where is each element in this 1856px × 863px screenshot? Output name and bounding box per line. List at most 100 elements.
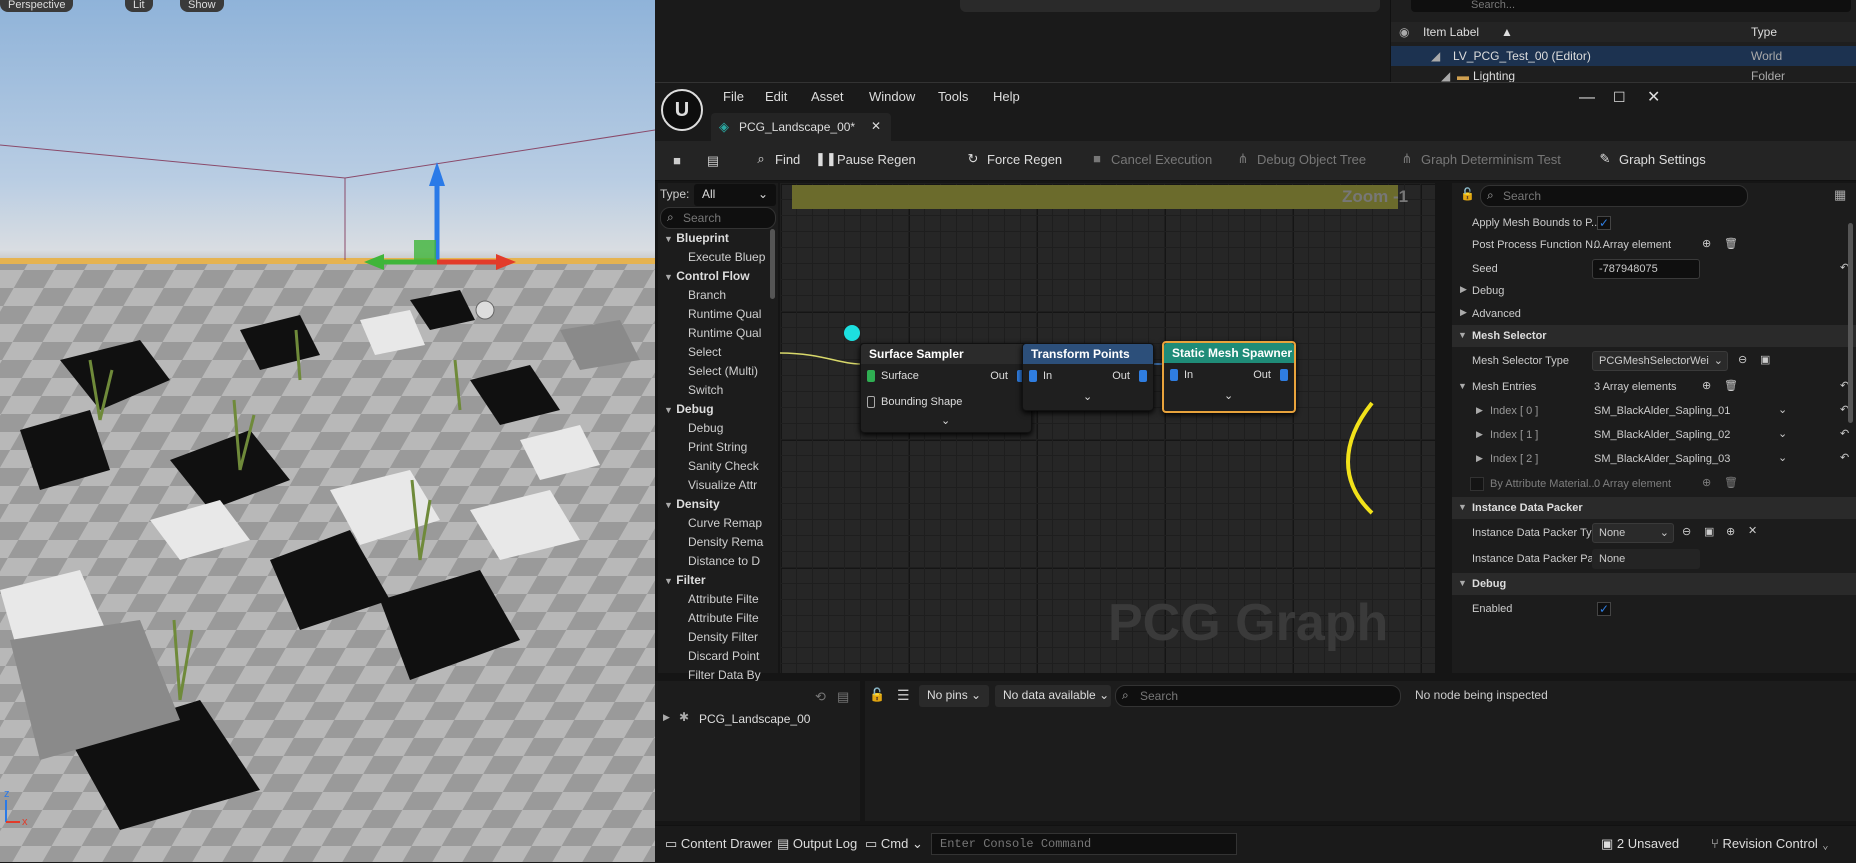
palette-category[interactable]: ▼ Control Flow <box>664 269 750 283</box>
palette-item[interactable]: Debug <box>688 421 778 435</box>
palette-item[interactable]: Density Filter <box>688 630 778 644</box>
lit-button[interactable]: Lit <box>125 0 153 12</box>
content-drawer-button[interactable]: ▭ Content Drawer <box>665 836 772 852</box>
out-pin[interactable]: Out <box>990 370 1025 383</box>
add-element-icon[interactable]: ⊕ <box>1702 237 1711 250</box>
minimize-icon[interactable]: — <box>1579 89 1595 107</box>
by-attribute-checkbox[interactable] <box>1470 477 1484 491</box>
advanced-row[interactable]: ▶ Advanced <box>1452 302 1856 326</box>
browse-icon[interactable]: ▤ <box>837 689 849 705</box>
outliner-search-input[interactable]: Search... <box>1411 0 1851 12</box>
palette-item[interactable]: Execute Bluep <box>688 250 778 264</box>
output-log-button[interactable]: ▤ Output Log <box>777 836 857 852</box>
palette-item[interactable]: Switch <box>688 383 778 397</box>
details-scrollbar[interactable] <box>1848 223 1853 423</box>
in-pin[interactable]: In <box>1170 369 1193 382</box>
data-dropdown[interactable]: No data available ⌄ <box>995 685 1111 707</box>
static-mesh-spawner-node[interactable]: Static Mesh Spawner In Out ⌄ <box>1162 341 1296 413</box>
console-command-input[interactable]: Enter Console Command <box>931 833 1237 855</box>
enabled-checkbox[interactable]: ✓ <box>1597 602 1611 616</box>
palette-item[interactable]: Runtime Qual <box>688 326 778 340</box>
cancel-execution-button[interactable]: ■ Cancel Execution <box>1089 151 1212 167</box>
palette-scrollbar[interactable] <box>770 229 775 299</box>
expand-chevron-icon[interactable]: ⌄ <box>941 414 950 427</box>
add-element-icon[interactable]: ⊕ <box>1726 525 1735 538</box>
document-tab[interactable]: ◈ PCG_Landscape_00* ✕ <box>711 113 891 141</box>
close-tab-icon[interactable]: ✕ <box>871 119 881 133</box>
graph-settings-button[interactable]: ✎ Graph Settings <box>1597 151 1706 167</box>
use-selected-icon[interactable]: ⊖ <box>1738 353 1747 366</box>
viewport-toolbar[interactable] <box>960 0 1380 12</box>
unsaved-button[interactable]: ▣ 2 Unsaved <box>1601 836 1679 852</box>
palette-category[interactable]: ▼ Density <box>664 497 720 511</box>
tree-item[interactable]: ▶ ✱ PCG_Landscape_00 <box>655 709 860 729</box>
palette-item[interactable]: Branch <box>688 288 778 302</box>
maximize-icon[interactable]: ☐ <box>1613 89 1626 106</box>
debug-collapsed-row[interactable]: ▶ Debug <box>1452 279 1856 303</box>
surface-sampler-node[interactable]: Surface Sampler Surface Bounding Shape O… <box>860 343 1032 433</box>
expand-chevron-icon[interactable]: ⌄ <box>1224 389 1233 402</box>
outliner-row[interactable]: ◢ LV_PCG_Test_00 (Editor) World <box>1391 46 1856 66</box>
palette-item[interactable]: Select (Multi) <box>688 364 778 378</box>
graph-determinism-test-button[interactable]: ⋔ Graph Determinism Test <box>1399 151 1561 167</box>
palette-item[interactable]: Print String <box>688 440 778 454</box>
out-pin[interactable]: Out <box>1253 369 1288 382</box>
out-pin[interactable]: Out <box>1112 370 1147 383</box>
lock-icon[interactable]: 🔓 <box>1460 187 1475 201</box>
palette-category[interactable]: ▼ Debug <box>664 402 714 416</box>
transform-points-node[interactable]: Transform Points In Out ⌄ <box>1022 343 1154 411</box>
force-regen-button[interactable]: ↻ Force Regen <box>965 151 1063 167</box>
apply-mesh-bounds-checkbox[interactable]: ✓ <box>1597 216 1611 230</box>
add-element-icon[interactable]: ⊕ <box>1702 379 1711 392</box>
expand-arrow-icon[interactable]: ▶ <box>1476 429 1483 440</box>
menu-file[interactable]: File <box>723 89 744 104</box>
expand-arrow-icon[interactable]: ▶ <box>1460 307 1467 318</box>
browse-icon[interactable]: ▣ <box>1704 525 1714 538</box>
menu-window[interactable]: Window <box>869 89 915 104</box>
in-pin[interactable]: In <box>1029 370 1052 383</box>
bounding-shape-pin[interactable]: Bounding Shape <box>867 396 962 409</box>
back-icon[interactable]: ⟲ <box>815 689 826 705</box>
chevron-down-icon[interactable]: ⌄ <box>1778 427 1787 440</box>
instance-data-packer-section[interactable]: ▼ Instance Data Packer <box>1452 497 1856 519</box>
surface-pin[interactable]: Surface <box>867 370 919 383</box>
grid-view-icon[interactable]: ▦ <box>1834 187 1846 203</box>
seed-input[interactable]: -787948075 <box>1592 259 1700 279</box>
menu-tools[interactable]: Tools <box>938 89 968 104</box>
collapse-arrow-icon[interactable]: ◢ <box>1431 46 1440 66</box>
palette-item[interactable]: Attribute Filte <box>688 592 778 606</box>
cmd-dropdown[interactable]: ▭ Cmd ⌄ <box>865 836 923 852</box>
menu-help[interactable]: Help <box>993 89 1020 104</box>
expand-arrow-icon[interactable]: ▶ <box>663 712 670 723</box>
trash-icon[interactable]: 🗑 <box>1724 379 1738 392</box>
chevron-down-icon[interactable]: ⌄ <box>1778 451 1787 464</box>
debug-section[interactable]: ▼ Debug <box>1452 573 1856 595</box>
lock-icon[interactable]: 🔓 <box>869 687 885 703</box>
palette-item[interactable]: Discard Point <box>688 649 778 663</box>
reset-icon[interactable]: ↶ <box>1840 451 1849 464</box>
palette-search-input[interactable]: ⌕ Search <box>660 207 776 229</box>
palette-category[interactable]: ▼ Blueprint <box>664 231 729 245</box>
type-filter-dropdown[interactable]: All ⌄ <box>694 184 776 206</box>
mesh-selector-type-dropdown[interactable]: PCGMeshSelectorWei ⌄ <box>1592 351 1728 371</box>
details-search-input[interactable]: ⌕ Search <box>1480 185 1748 207</box>
expand-chevron-icon[interactable]: ⌄ <box>1083 390 1092 403</box>
palette-item[interactable]: Filter Data By <box>688 668 778 682</box>
close-window-icon[interactable]: ✕ <box>1647 87 1660 107</box>
use-selected-icon[interactable]: ⊖ <box>1682 525 1691 538</box>
palette-item[interactable]: Runtime Qual <box>688 307 778 321</box>
type-header[interactable]: Type <box>1751 22 1777 42</box>
filter-icon[interactable]: ☰ <box>897 687 910 704</box>
find-button[interactable]: ⌕ Find <box>753 151 800 167</box>
revision-control-button[interactable]: ⑂ Revision Control ⌄ <box>1711 836 1829 851</box>
palette-item[interactable]: Select <box>688 345 778 359</box>
chevron-down-icon[interactable]: ⌄ <box>1778 403 1787 416</box>
expand-arrow-icon[interactable]: ▶ <box>1476 405 1483 416</box>
palette-item[interactable]: Curve Remap <box>688 516 778 530</box>
pause-regen-button[interactable]: ❚❚ Pause Regen <box>815 151 916 167</box>
expand-arrow-icon[interactable]: ▶ <box>1460 284 1467 295</box>
mesh-selector-section[interactable]: ▼ Mesh Selector <box>1452 325 1856 347</box>
mesh-entry-value[interactable]: SM_BlackAlder_Sapling_03 <box>1594 453 1730 465</box>
palette-item[interactable]: Sanity Check <box>688 459 778 473</box>
item-label-header[interactable]: Item Label <box>1423 22 1479 42</box>
